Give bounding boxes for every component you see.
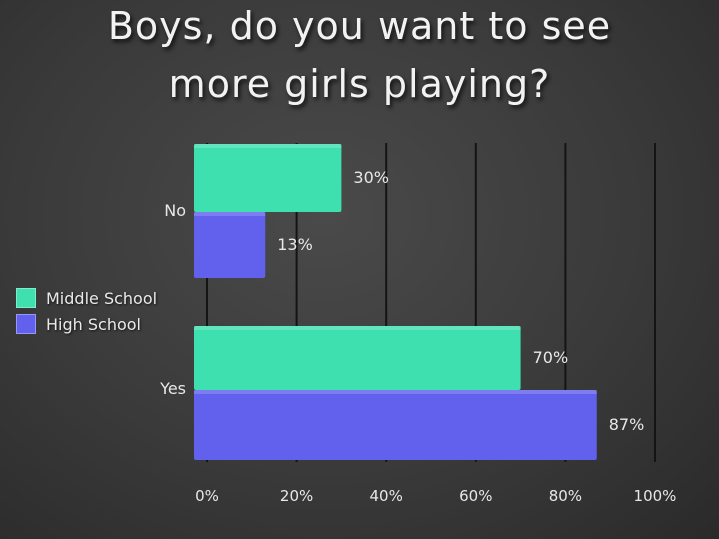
bar-value-label-no-high-school: 13% xyxy=(277,235,313,254)
bar-highlight-no-high-school xyxy=(194,212,266,216)
bar-highlight-yes-high-school xyxy=(194,390,597,394)
chart-plot: 0% 20% 40% 60% 80% 100% 30% 13% No 70% 87% Yes xyxy=(159,143,677,505)
bar-yes-high-school xyxy=(194,390,597,460)
legend-swatch-high-school xyxy=(16,314,36,334)
bar-highlight-yes-middle-school xyxy=(194,326,521,330)
bar-value-label-yes-high-school: 87% xyxy=(609,415,645,434)
category-label-no: No xyxy=(164,201,186,220)
bar-value-label-yes-middle-school: 70% xyxy=(533,348,569,367)
legend-label-high-school: High School xyxy=(46,314,141,334)
x-tick-label-100: 100% xyxy=(634,487,677,505)
legend-item-high-school: High School xyxy=(16,313,141,335)
x-tick-label-40: 40% xyxy=(370,487,403,505)
category-label-yes: Yes xyxy=(159,379,186,398)
bar-value-label-no-middle-school: 30% xyxy=(353,168,389,187)
x-tick-label-20: 20% xyxy=(280,487,313,505)
bar-no-high-school xyxy=(194,212,266,278)
x-tick-label-80: 80% xyxy=(549,487,582,505)
bar-yes-middle-school xyxy=(194,326,521,390)
bar-no-middle-school xyxy=(194,144,342,212)
legend-label-middle-school: Middle School xyxy=(46,288,158,308)
legend-item-middle-school: Middle School xyxy=(16,287,157,309)
slide: Boys, do you want to see more girls play… xyxy=(0,0,719,539)
legend-swatch-middle-school xyxy=(16,288,36,308)
x-tick-label-0: 0% xyxy=(195,487,219,505)
bar-highlight-no-middle-school xyxy=(194,144,342,148)
x-tick-label-60: 60% xyxy=(459,487,492,505)
